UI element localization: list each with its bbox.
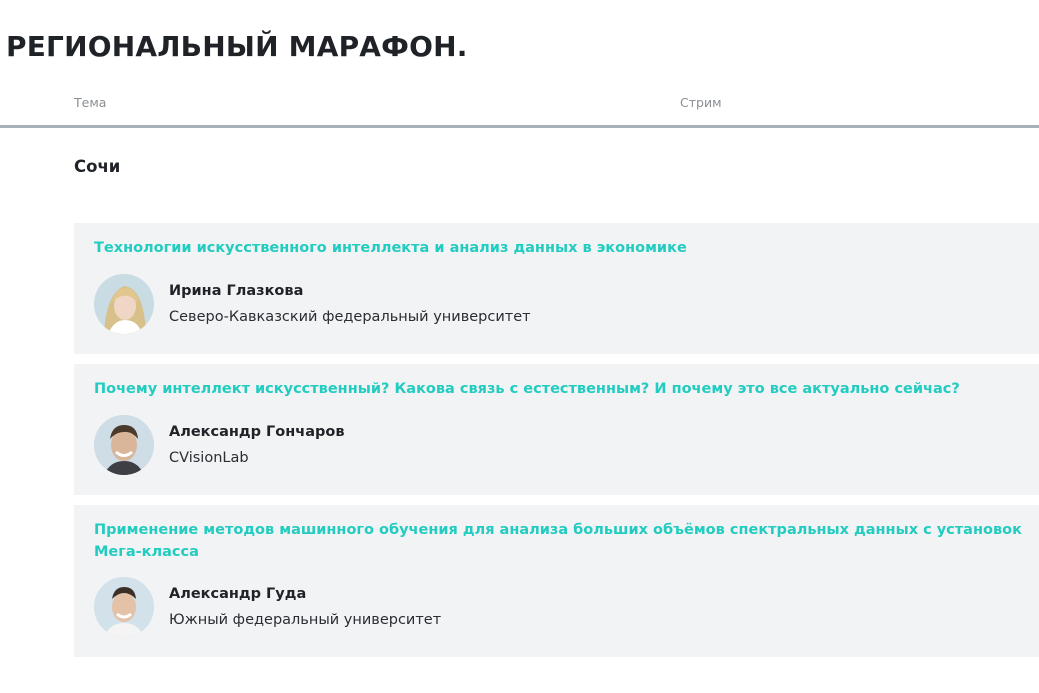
column-header-topic: Тема <box>74 95 107 110</box>
city-heading: Сочи <box>74 157 121 176</box>
speaker: Александр Гончаров CVisionLab <box>94 415 345 475</box>
talk-card: Почему интеллект искусственный? Какова с… <box>74 364 1039 495</box>
speaker-organization: CVisionLab <box>169 450 249 466</box>
speaker-name: Александр Гуда <box>169 586 307 602</box>
talk-title-link[interactable]: Технологии искусственного интеллекта и а… <box>94 237 1029 259</box>
talk-card: Технологии искусственного интеллекта и а… <box>74 223 1039 354</box>
speaker: Ирина Глазкова Северо-Кавказский федерал… <box>94 274 531 334</box>
speaker-name: Александр Гончаров <box>169 424 345 440</box>
talk-title-link[interactable]: Применение методов машинного обучения дл… <box>94 519 1029 563</box>
speaker-avatar <box>94 577 154 637</box>
speaker-avatar <box>94 274 154 334</box>
page: РЕГИОНАЛЬНЫЙ МАРАФОН. Тема Стрим Сочи Те… <box>0 0 1039 693</box>
talk-card: Применение методов машинного обучения дл… <box>74 505 1039 657</box>
column-header-stream: Стрим <box>680 95 722 110</box>
speaker-name: Ирина Глазкова <box>169 283 304 299</box>
page-title: РЕГИОНАЛЬНЫЙ МАРАФОН. <box>6 30 468 63</box>
header-divider <box>0 125 1039 128</box>
speaker-organization: Южный федеральный университет <box>169 612 442 628</box>
talk-title-link[interactable]: Почему интеллект искусственный? Какова с… <box>94 378 1029 400</box>
speaker: Александр Гуда Южный федеральный универс… <box>94 577 441 637</box>
speaker-organization: Северо-Кавказский федеральный университе… <box>169 309 531 325</box>
speaker-avatar <box>94 415 154 475</box>
